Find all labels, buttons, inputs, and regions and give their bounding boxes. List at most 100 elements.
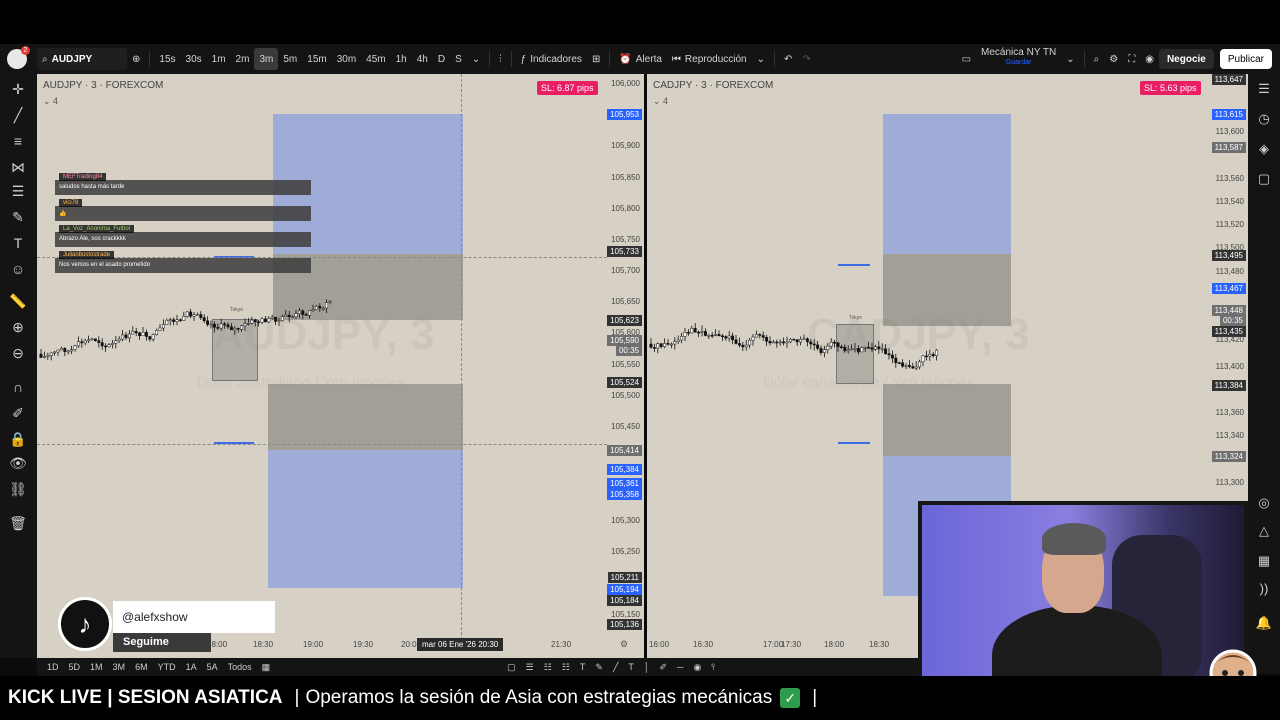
- layout-icon[interactable]: ▭: [957, 48, 976, 70]
- fib-tool-icon[interactable]: ☷: [544, 662, 552, 673]
- zoom-out-icon[interactable]: ⊖: [8, 344, 28, 362]
- layout-selector[interactable]: Mecánica NY TN Guardar: [976, 48, 1061, 70]
- chat-username: vici78: [59, 199, 83, 207]
- watchlist-icon[interactable]: ☰: [1255, 80, 1273, 98]
- candle-body: [134, 331, 138, 334]
- trash-icon[interactable]: 🗑: [8, 514, 28, 532]
- lock-icon[interactable]: 🔒: [8, 430, 28, 448]
- user-avatar[interactable]: 2: [7, 46, 30, 69]
- interval-d[interactable]: D: [433, 48, 450, 70]
- interval-1m[interactable]: 1m: [207, 48, 231, 70]
- text-icon[interactable]: T: [8, 234, 28, 252]
- candle-body: [280, 316, 284, 321]
- link-icon[interactable]: ⛓: [8, 480, 28, 498]
- indicators-button[interactable]: ƒ Indicadores: [516, 48, 587, 70]
- candle-body: [652, 347, 656, 349]
- line-tool-icon[interactable]: ╱: [613, 662, 618, 673]
- replay-label: Reproducción: [684, 53, 747, 65]
- highlighter-icon[interactable]: ✐: [660, 662, 668, 673]
- pen-tool-icon[interactable]: ✎: [595, 662, 603, 673]
- price-axis[interactable]: 106,000 105,953 105,900 105,850 105,800 …: [604, 74, 644, 658]
- interval-45m[interactable]: 45m: [361, 48, 390, 70]
- pattern-icon[interactable]: ⋈: [8, 158, 28, 176]
- interval-s[interactable]: S: [450, 48, 467, 70]
- range-5d[interactable]: 5D: [69, 662, 81, 672]
- horizontal-lines-icon[interactable]: ≡: [8, 132, 28, 150]
- price-label: 105,524: [607, 377, 642, 388]
- chevron-down-icon[interactable]: ⌄: [1061, 48, 1079, 70]
- fib-icon[interactable]: ☰: [8, 182, 28, 200]
- range-1m[interactable]: 1M: [90, 662, 103, 672]
- compare-icon[interactable]: ⊕: [127, 48, 145, 70]
- lock-draw-icon[interactable]: ✐: [8, 404, 28, 422]
- fullscreen-icon[interactable]: ⛶: [1123, 48, 1140, 70]
- chart-panel-audjpy[interactable]: AUDJPY, 3 Dólar australiano / Yen japoné…: [37, 74, 644, 658]
- settings-icon[interactable]: ⚙: [1104, 48, 1123, 70]
- candles-icon[interactable]: ⫶: [494, 48, 507, 70]
- ruler-icon[interactable]: 📏: [8, 292, 28, 310]
- range-3m[interactable]: 3M: [113, 662, 126, 672]
- range-1a[interactable]: 1A: [186, 662, 197, 672]
- templates-icon[interactable]: ⊞: [587, 48, 605, 70]
- range-5a[interactable]: 5A: [207, 662, 218, 672]
- brush-icon[interactable]: ✎: [8, 208, 28, 226]
- trend-line-icon[interactable]: ╱: [8, 106, 28, 124]
- label-tool-icon[interactable]: T: [628, 662, 634, 672]
- candle-body: [843, 346, 847, 352]
- zoom-in-icon[interactable]: ⊕: [8, 318, 28, 336]
- replay-button[interactable]: ⏮ Reproducción: [667, 48, 752, 70]
- interval-5m[interactable]: 5m: [278, 48, 302, 70]
- magnet-icon[interactable]: ∩: [8, 378, 28, 396]
- camera-icon[interactable]: ◉: [1140, 48, 1159, 70]
- interval-30s[interactable]: 30s: [181, 48, 207, 70]
- indicators-collapsed[interactable]: ⌄ 4: [653, 96, 668, 107]
- trade-button[interactable]: Negocie: [1158, 49, 1214, 69]
- interval-4h[interactable]: 4h: [412, 48, 433, 70]
- candle-body: [680, 336, 684, 341]
- symbol-search[interactable]: ⌕ AUDJPY: [37, 48, 127, 70]
- undo-icon[interactable]: ↶: [779, 48, 797, 70]
- lines-tool-icon[interactable]: ☰: [526, 662, 534, 673]
- interval-1h[interactable]: 1h: [391, 48, 412, 70]
- rectangle-tool-icon[interactable]: ▢: [507, 662, 516, 673]
- alert-button[interactable]: ⏰ Alerta: [614, 48, 667, 70]
- interval-3m[interactable]: 3m: [254, 48, 279, 70]
- emoji-icon[interactable]: ☺: [8, 260, 28, 278]
- crosshair-icon[interactable]: ✛: [8, 80, 28, 98]
- calendar-range-icon[interactable]: ▦: [262, 662, 271, 673]
- range-6m[interactable]: 6M: [135, 662, 148, 672]
- range-all[interactable]: Todos: [228, 662, 252, 672]
- fib-channel-icon[interactable]: ☷: [562, 662, 570, 673]
- text-tool-icon[interactable]: T: [580, 662, 586, 672]
- calendar-icon[interactable]: ▦: [1255, 552, 1273, 570]
- target-icon[interactable]: ◎: [1255, 494, 1273, 512]
- chevron-down-icon[interactable]: ⌄: [467, 48, 485, 70]
- clock-icon[interactable]: ◷: [1255, 110, 1273, 128]
- triangle-icon[interactable]: △: [1255, 522, 1273, 540]
- interval-30m[interactable]: 30m: [332, 48, 361, 70]
- vertical-line-icon[interactable]: │: [644, 662, 650, 672]
- settings-icon[interactable]: ⚙: [620, 639, 628, 650]
- layers-icon[interactable]: ◈: [1255, 140, 1273, 158]
- quick-search-icon[interactable]: ⌕: [1089, 48, 1105, 70]
- publish-button[interactable]: Publicar: [1219, 49, 1272, 69]
- redo-icon[interactable]: ↷: [797, 48, 815, 70]
- tiktok-logo-icon: ♪: [58, 597, 112, 651]
- candle-body: [737, 343, 741, 346]
- bell-icon[interactable]: 🔔: [1255, 614, 1273, 632]
- position-tool-icon[interactable]: ⫯: [711, 662, 715, 673]
- chevron-down-icon[interactable]: ⌄: [752, 48, 770, 70]
- interval-15s[interactable]: 15s: [154, 48, 180, 70]
- horizontal-line-icon[interactable]: ─: [677, 662, 683, 672]
- candle-body: [318, 306, 322, 309]
- range-ytd[interactable]: YTD: [158, 662, 176, 672]
- circle-tool-icon[interactable]: ◉: [693, 662, 701, 673]
- interval-15m[interactable]: 15m: [302, 48, 331, 70]
- chat-icon[interactable]: ▢: [1255, 170, 1273, 188]
- range-1d[interactable]: 1D: [47, 662, 59, 672]
- indicators-collapsed[interactable]: ⌄ 4: [43, 96, 58, 107]
- candle-body: [863, 347, 867, 349]
- interval-2m[interactable]: 2m: [231, 48, 255, 70]
- broadcast-icon[interactable]: )): [1255, 580, 1273, 598]
- eye-icon[interactable]: 👁: [8, 454, 28, 472]
